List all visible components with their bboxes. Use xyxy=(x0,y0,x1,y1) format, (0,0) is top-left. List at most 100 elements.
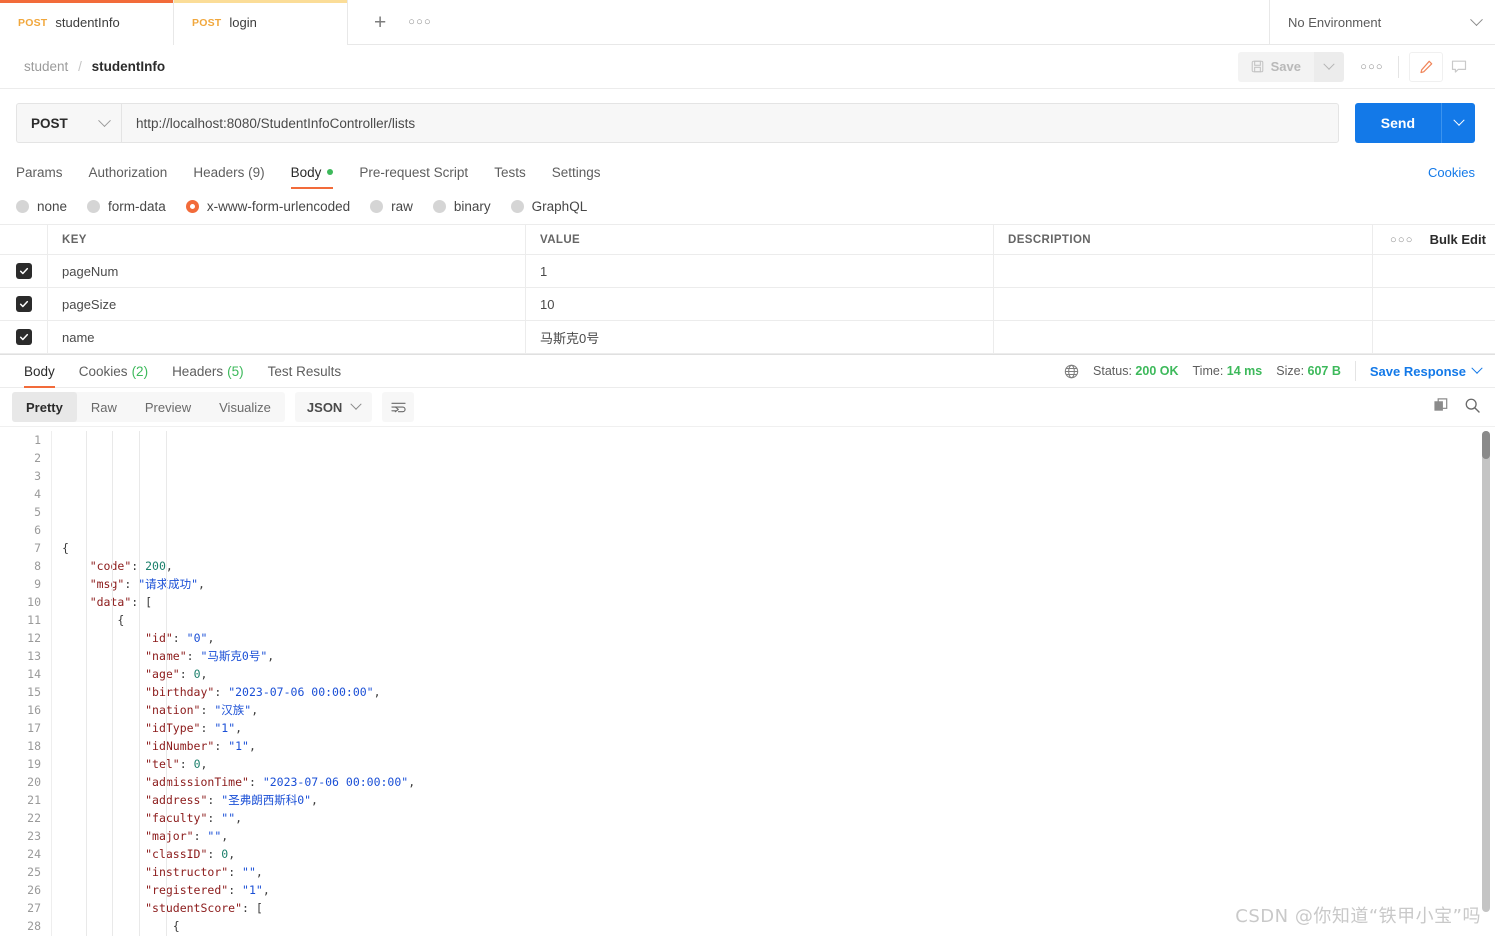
code-line: "idNumber": "1", xyxy=(62,737,1495,755)
param-key[interactable]: pageSize xyxy=(62,297,116,312)
code-token: : xyxy=(172,631,187,645)
code-token: "idType" xyxy=(145,721,201,735)
time-group: Time: 14 ms xyxy=(1193,364,1263,378)
code-content[interactable]: { "code": 200, "msg": "请求成功", "data": [ … xyxy=(52,431,1495,936)
body-type-binary[interactable]: binary xyxy=(432,199,491,214)
body-type-form-data[interactable]: form-data xyxy=(87,199,166,214)
header-checkbox-cell xyxy=(0,225,48,254)
response-tab-test-results[interactable]: Test Results xyxy=(256,354,354,388)
request-tab-login[interactable]: POST login xyxy=(174,0,348,45)
word-wrap-button[interactable] xyxy=(382,392,415,422)
param-value[interactable]: 1 xyxy=(540,264,547,279)
code-line: "classID": 0, xyxy=(62,845,1495,863)
code-line: "code": 200, xyxy=(62,557,1495,575)
param-key[interactable]: name xyxy=(62,330,95,345)
tab-tests[interactable]: Tests xyxy=(481,155,539,189)
body-type-graphql[interactable]: GraphQL xyxy=(510,199,587,214)
tab-label: Pre-request Script xyxy=(359,164,469,180)
tab-settings[interactable]: Settings xyxy=(539,155,614,189)
response-format-label: JSON xyxy=(306,399,343,415)
search-response-button[interactable] xyxy=(1464,397,1481,417)
time-label: Time: xyxy=(1192,364,1224,378)
row-actions xyxy=(1373,321,1495,353)
table-more-icon[interactable]: ○○○ xyxy=(1382,234,1422,246)
line-number: 4 xyxy=(34,487,41,501)
table-row[interactable]: name 马斯克0号 xyxy=(0,321,1495,354)
code-token: "2023-07-06 00:00:00" xyxy=(262,775,409,789)
request-more-button[interactable]: ○○○ xyxy=(1356,52,1388,82)
body-type-raw[interactable]: raw xyxy=(370,199,413,214)
code-token: : xyxy=(214,739,229,753)
save-options-button[interactable] xyxy=(1314,51,1344,82)
copy-response-button[interactable] xyxy=(1433,397,1450,417)
view-raw[interactable]: Raw xyxy=(77,392,131,422)
response-body-pane[interactable]: 1 2 3 4 5 6 7 8 9 10 11 12 13 14 15 16 17 18 19 20 21 22 23 24 2… xyxy=(0,426,1495,936)
body-type-label: binary xyxy=(453,199,491,214)
tab-label: Settings xyxy=(551,164,601,180)
response-format-select[interactable]: JSON xyxy=(294,392,373,422)
view-pretty[interactable]: Pretty xyxy=(12,392,77,422)
comments-button[interactable] xyxy=(1443,52,1475,82)
body-type-label: x-www-form-urlencoded xyxy=(206,199,351,214)
tab-title-label: login xyxy=(229,15,257,30)
line-number: 16 xyxy=(27,703,41,717)
row-checkbox[interactable] xyxy=(15,329,32,345)
code-token: : xyxy=(207,793,222,807)
view-visualize[interactable]: Visualize xyxy=(205,392,285,422)
table-row[interactable]: pageNum 1 xyxy=(0,255,1495,288)
tab-body[interactable]: Body xyxy=(278,155,347,189)
line-number: 11 xyxy=(27,613,41,627)
code-token: : xyxy=(228,883,243,897)
save-button[interactable]: Save xyxy=(1237,51,1314,82)
tab-params[interactable]: Params xyxy=(16,155,76,189)
response-tab-cookies[interactable]: Cookies (2) xyxy=(67,354,160,388)
send-options-button[interactable] xyxy=(1441,103,1475,143)
body-type-x-www-form-urlencoded[interactable]: x-www-form-urlencoded xyxy=(185,199,351,214)
breadcrumb-collection[interactable]: student xyxy=(24,59,68,74)
code-token: , xyxy=(262,883,270,897)
scrollbar-thumb[interactable] xyxy=(1482,431,1490,459)
chevron-down-icon xyxy=(1471,362,1483,374)
edit-request-button[interactable] xyxy=(1409,51,1443,82)
code-token: 0 xyxy=(193,667,201,681)
code-token: 0 xyxy=(193,757,201,771)
request-tab-bar: POST studentInfo POST login + ○○○ No Env… xyxy=(0,0,1495,45)
table-row[interactable]: pageSize 10 xyxy=(0,288,1495,321)
url-input[interactable]: http://localhost:8080/StudentInfoControl… xyxy=(121,103,1339,143)
code-token: , xyxy=(235,811,243,825)
row-checkbox[interactable] xyxy=(15,296,32,312)
param-value[interactable]: 10 xyxy=(540,297,554,312)
code-token: , xyxy=(408,775,416,789)
code-token: , xyxy=(200,667,208,681)
http-method-select[interactable]: POST xyxy=(16,103,121,143)
line-number: 23 xyxy=(27,829,41,843)
tab-pre-request-script[interactable]: Pre-request Script xyxy=(346,155,481,189)
response-tab-headers[interactable]: Headers (5) xyxy=(160,354,256,388)
param-key[interactable]: pageNum xyxy=(62,264,118,279)
tab-authorization[interactable]: Authorization xyxy=(76,155,181,189)
response-tab-body[interactable]: Body xyxy=(12,354,67,388)
view-preview[interactable]: Preview xyxy=(131,392,205,422)
new-tab-icon[interactable]: + xyxy=(364,12,396,33)
send-button[interactable]: Send xyxy=(1354,103,1441,143)
environment-selector[interactable]: No Environment xyxy=(1269,0,1495,45)
response-vertical-scrollbar[interactable] xyxy=(1482,431,1490,912)
line-number: 1 xyxy=(34,433,41,447)
tab-more-icon[interactable]: ○○○ xyxy=(400,16,440,28)
request-tab-studentinfo[interactable]: POST studentInfo xyxy=(0,0,174,45)
param-value[interactable]: 马斯克0号 xyxy=(540,328,599,347)
code-token: "faculty" xyxy=(145,811,208,825)
bulk-edit-button[interactable]: Bulk Edit xyxy=(1430,232,1486,247)
body-type-none[interactable]: none xyxy=(16,199,67,214)
tab-headers[interactable]: Headers (9) xyxy=(180,155,277,189)
cookies-link[interactable]: Cookies xyxy=(1428,165,1475,180)
save-response-button[interactable]: Save Response xyxy=(1370,362,1483,379)
breadcrumb-request[interactable]: studentInfo xyxy=(92,59,166,74)
row-checkbox[interactable] xyxy=(15,263,32,279)
line-number: 26 xyxy=(27,883,41,897)
